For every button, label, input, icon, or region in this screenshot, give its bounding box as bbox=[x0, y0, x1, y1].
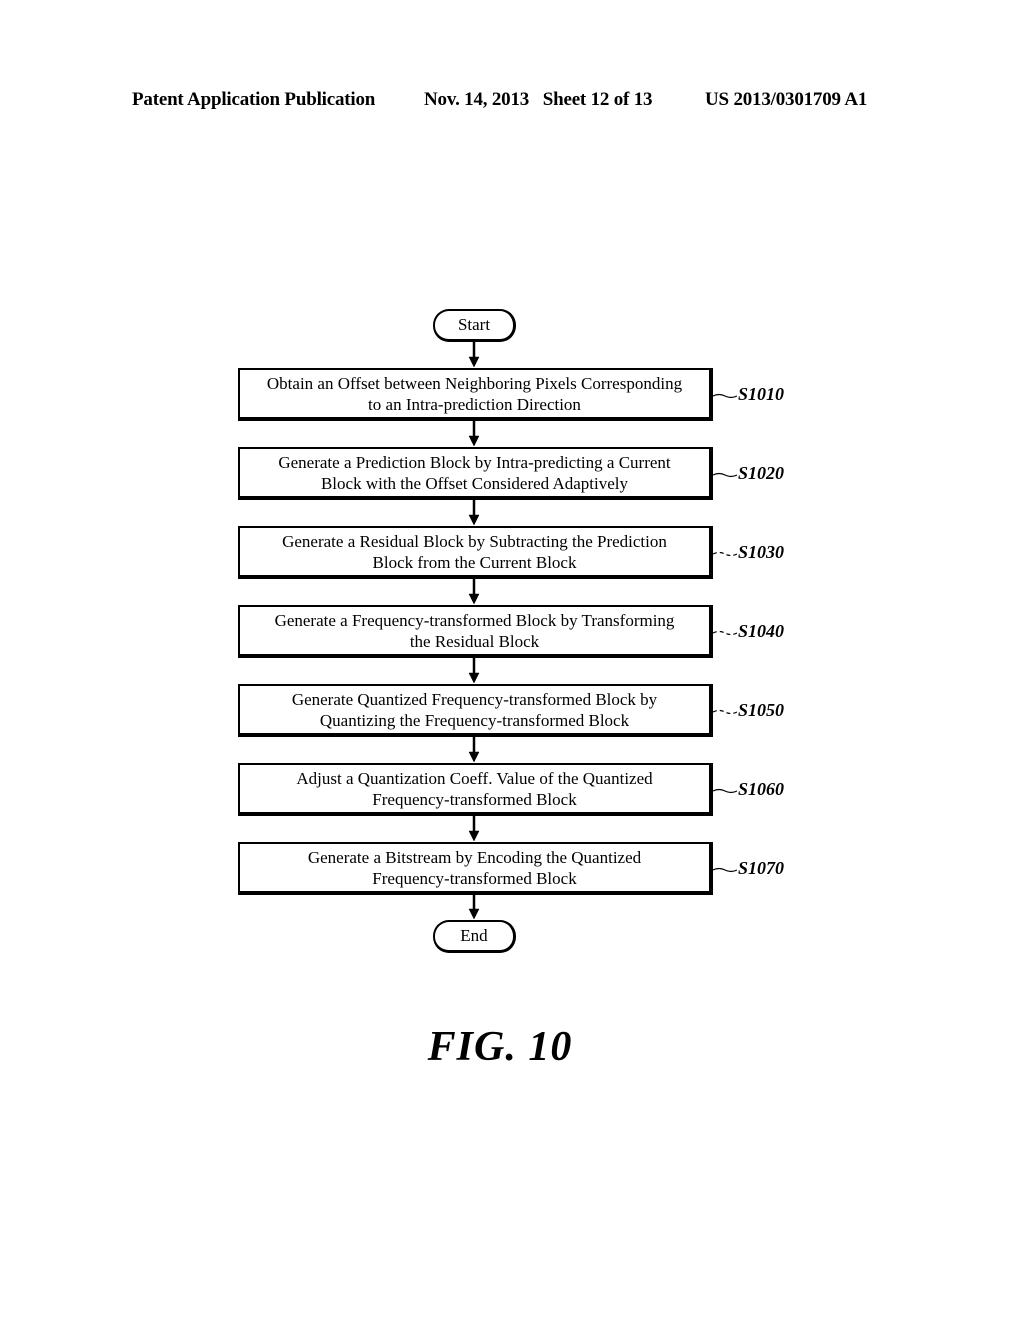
step-text-line1: Generate Quantized Frequency-transformed… bbox=[291, 689, 658, 709]
flow-arrows bbox=[468, 342, 480, 920]
step-text-line2: the Residual Block bbox=[409, 631, 540, 651]
step-text-line1: Generate a Prediction Block by Intra-pre… bbox=[278, 452, 671, 472]
step-text-line1: Adjust a Quantization Coeff. Value of th… bbox=[296, 768, 653, 788]
step-text-line2: Frequency-transformed Block bbox=[372, 789, 577, 809]
step-leader-line bbox=[713, 472, 737, 478]
step-leader-line bbox=[713, 867, 737, 873]
step-id-label: S1070 bbox=[738, 858, 785, 878]
figure-label: FIG. 10 bbox=[427, 1024, 573, 1070]
step-id-label: S1010 bbox=[738, 384, 785, 404]
step-id-label: S1020 bbox=[738, 463, 785, 483]
flow-arrow-head bbox=[468, 356, 480, 368]
step-leader-line bbox=[713, 788, 737, 794]
step-id-label: S1040 bbox=[738, 621, 785, 641]
step-leader-line bbox=[713, 709, 737, 715]
step-text-line2: Frequency-transformed Block bbox=[372, 868, 577, 888]
flow-arrow-head bbox=[468, 908, 480, 920]
step-leader-line bbox=[713, 551, 737, 557]
flow-arrow-head bbox=[468, 672, 480, 684]
step-id-label: S1030 bbox=[738, 542, 785, 562]
step-text-line2: to an Intra-prediction Direction bbox=[368, 394, 581, 414]
step-leader-line bbox=[713, 630, 737, 636]
flow-arrow-head bbox=[468, 514, 480, 526]
step-text-line1: Generate a Bitstream by Encoding the Qua… bbox=[307, 847, 642, 867]
process-step-s1010: Obtain an Offset between Neighboring Pix… bbox=[238, 368, 713, 421]
process-step-s1030: Generate a Residual Block by Subtracting… bbox=[238, 526, 713, 579]
flow-arrow-head bbox=[468, 435, 480, 447]
process-step-s1020: Generate a Prediction Block by Intra-pre… bbox=[238, 447, 713, 500]
process-step-s1070: Generate a Bitstream by Encoding the Qua… bbox=[238, 842, 713, 895]
step-id-label: S1060 bbox=[738, 779, 785, 799]
step-leader-line bbox=[713, 393, 737, 399]
step-text-line2: Block from the Current Block bbox=[372, 552, 577, 572]
step-text-line2: Quantizing the Frequency-transformed Blo… bbox=[319, 710, 630, 730]
process-step-s1060: Adjust a Quantization Coeff. Value of th… bbox=[238, 763, 713, 816]
process-step-s1050: Generate Quantized Frequency-transformed… bbox=[238, 684, 713, 737]
process-step-s1040: Generate a Frequency-transformed Block b… bbox=[238, 605, 713, 658]
flow-arrow-head bbox=[468, 830, 480, 842]
step-text-line1: Generate a Residual Block by Subtracting… bbox=[282, 531, 667, 551]
step-id-label: S1050 bbox=[738, 700, 785, 720]
step-text-line2: Block with the Offset Considered Adaptiv… bbox=[320, 473, 629, 493]
step-text-line1: Obtain an Offset between Neighboring Pix… bbox=[266, 373, 683, 393]
step-text-line1: Generate a Frequency-transformed Block b… bbox=[274, 610, 675, 630]
flow-arrow-head bbox=[468, 751, 480, 763]
end-terminal: End bbox=[433, 920, 516, 953]
flow-arrow-head bbox=[468, 593, 480, 605]
